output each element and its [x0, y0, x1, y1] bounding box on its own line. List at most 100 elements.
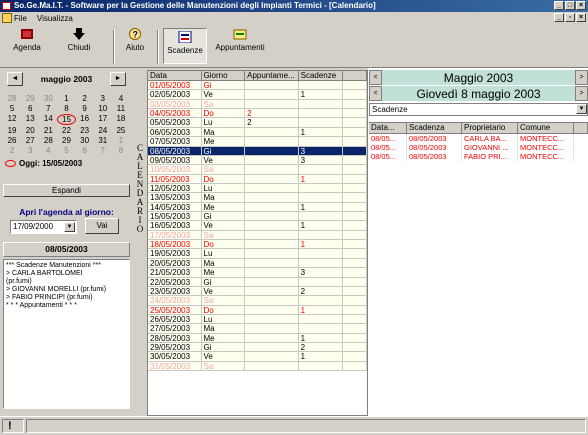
grid-row[interactable]: 17/05/2003 Sa	[148, 230, 367, 241]
calendar-day[interactable]: 25	[112, 126, 130, 135]
aiuto-button[interactable]: ? Aiuto	[120, 28, 150, 52]
calendar-day[interactable]: 9	[76, 104, 94, 113]
grid-row-selected[interactable]: 08/05/2003 Gi 3	[148, 146, 367, 156]
calendar-day[interactable]: 27	[21, 136, 39, 145]
vai-button[interactable]: Vai	[85, 218, 119, 234]
grid-row[interactable]: 22/05/2003 Gi	[148, 277, 367, 287]
grid-row[interactable]: 18/05/2003 Do 1	[148, 240, 367, 250]
calendar-day[interactable]: 8	[57, 104, 75, 113]
calendar-day[interactable]: 31	[94, 136, 112, 145]
mdi-restore-button[interactable]: ▫	[565, 13, 575, 22]
grid-row[interactable]: 06/05/2003 Ma 1	[148, 127, 367, 138]
grid-row[interactable]: 12/05/2003 Lu	[148, 183, 367, 194]
calendar-day[interactable]: 12	[3, 114, 21, 125]
mdi-minimize-button[interactable]: _	[554, 13, 564, 22]
grid-row[interactable]: 13/05/2003 Ma	[148, 193, 367, 203]
calendar-day[interactable]: 5	[3, 104, 21, 113]
calendar-day[interactable]: 30	[76, 136, 94, 145]
grid-row[interactable]: 31/05/2003 Sa	[148, 361, 367, 372]
calendar-day[interactable]: 22	[57, 126, 75, 135]
grid-row[interactable]: 11/05/2003 Do 1	[148, 174, 367, 184]
calendar-day-today[interactable]: 15	[57, 114, 76, 125]
scadenze-row[interactable]: 08/05... 08/05/2003 CARLA BA... MONTECC...	[369, 134, 588, 143]
calendar-day[interactable]: 4	[112, 94, 130, 103]
calendar-day[interactable]: 18	[112, 114, 130, 125]
close-button[interactable]: ×	[576, 1, 586, 10]
grid-row[interactable]: 21/05/2003 Me 3	[148, 268, 367, 278]
chiudi-button[interactable]: Chiudi	[62, 28, 96, 52]
calendar-day[interactable]: 6	[21, 104, 39, 113]
chevron-down-icon[interactable]: ▼	[576, 104, 587, 114]
calendar-day[interactable]: 8	[112, 146, 130, 155]
grid-row[interactable]: 24/05/2003 Sa	[148, 296, 367, 306]
grid-row[interactable]: 01/05/2003 Gi	[148, 81, 367, 91]
header-scadenze[interactable]: Scadenze	[298, 71, 344, 81]
grid-row[interactable]: 23/05/2003 Ve 2	[148, 286, 367, 297]
calendar-day[interactable]: 13	[21, 114, 39, 125]
calendar-day[interactable]: 2	[3, 146, 21, 155]
grid-row[interactable]: 09/05/2003 Ve 3	[148, 155, 367, 166]
grid-row[interactable]: 04/05/2003 Do 2	[148, 109, 367, 119]
calendar-day[interactable]: 7	[94, 146, 112, 155]
header-giorno[interactable]: Giorno	[201, 71, 246, 81]
grid-row[interactable]: 30/05/2003 Ve 1	[148, 352, 367, 362]
chevron-down-icon[interactable]: ▼	[64, 222, 75, 232]
grid-row[interactable]: 25/05/2003 Do 1	[148, 305, 367, 315]
grid-row[interactable]: 26/05/2003 Lu	[148, 314, 367, 325]
maximize-button[interactable]: □	[565, 1, 575, 10]
calendar-day[interactable]: 30	[39, 94, 57, 103]
grid-row[interactable]: 02/05/2003 Ve 1	[148, 90, 367, 100]
calendar-day[interactable]: 19	[3, 126, 21, 135]
scadenze-row[interactable]: 08/05... 08/05/2003 FABIO PRI... MONTECC...	[369, 152, 588, 161]
calendar-day[interactable]: 29	[57, 136, 75, 145]
calendar-day[interactable]: 20	[21, 126, 39, 135]
calendar-day[interactable]: 4	[39, 146, 57, 155]
calendar-day[interactable]: 28	[3, 94, 21, 103]
today-indicator[interactable]: Oggi: 15/05/2003	[3, 159, 130, 168]
calendar-day[interactable]: 1	[57, 94, 75, 103]
calendar-day[interactable]: 26	[3, 136, 21, 145]
header-scadenza[interactable]: Scadenza	[407, 123, 462, 134]
calendar-day[interactable]: 17	[94, 114, 112, 125]
calendar-day[interactable]: 7	[39, 104, 57, 113]
calendar-day[interactable]: 23	[76, 126, 94, 135]
grid-row[interactable]: 16/05/2003 Ve 1	[148, 221, 367, 231]
grid-row[interactable]: 19/05/2003 Lu	[148, 249, 367, 259]
next-day-arrow[interactable]: >	[575, 86, 588, 101]
date-select[interactable]: 17/09/2000 ▼	[10, 220, 77, 234]
grid-row[interactable]: 29/05/2003 Gi 2	[148, 343, 367, 353]
appuntamenti-button[interactable]: Appuntamenti	[210, 28, 270, 52]
prev-month-arrow[interactable]: <	[369, 70, 382, 85]
calendar-day[interactable]: 10	[94, 104, 112, 113]
grid-row[interactable]: 27/05/2003 Ma	[148, 324, 367, 334]
next-month-button[interactable]: ►	[110, 72, 126, 86]
header-comune[interactable]: Comune	[518, 123, 574, 134]
calendar-day[interactable]: 11	[112, 104, 130, 113]
grid-row[interactable]: 28/05/2003 Me 1	[148, 333, 367, 344]
espandi-button[interactable]: Espandi	[3, 184, 130, 197]
header-data[interactable]: Data	[148, 71, 202, 81]
grid-row[interactable]: 20/05/2003 Ma	[148, 258, 367, 269]
agenda-button[interactable]: Agenda	[10, 28, 44, 52]
menu-visualizza[interactable]: Visualizza	[37, 14, 73, 23]
calendar-day[interactable]: 29	[21, 94, 39, 103]
calendar-day[interactable]: 2	[76, 94, 94, 103]
grid-row[interactable]: 15/05/2003 Gi	[148, 212, 367, 222]
menu-file[interactable]: File	[14, 14, 27, 23]
calendar-day[interactable]: 28	[39, 136, 57, 145]
calendar-day[interactable]: 1	[112, 136, 130, 145]
header-proprietario[interactable]: Proprietario	[462, 123, 518, 134]
prev-day-arrow[interactable]: <	[369, 86, 382, 101]
scadenze-row[interactable]: 08/05... 08/05/2003 GIOVANNI ... MONTECC...	[369, 143, 588, 152]
scadenze-button[interactable]: Scadenze	[163, 28, 207, 64]
calendar-day[interactable]: 14	[39, 114, 57, 125]
calendar-day[interactable]: 21	[39, 126, 57, 135]
grid-row[interactable]: 03/05/2003 Sa	[148, 99, 367, 110]
grid-row[interactable]: 14/05/2003 Me 1	[148, 202, 367, 213]
grid-row[interactable]: 10/05/2003 Sa	[148, 165, 367, 175]
mdi-close-button[interactable]: ×	[576, 13, 586, 22]
next-month-arrow[interactable]: >	[575, 70, 588, 85]
calendar-day[interactable]: 3	[94, 94, 112, 103]
calendar-day[interactable]: 5	[57, 146, 75, 155]
grid-row[interactable]: 07/05/2003 Me	[148, 137, 367, 147]
